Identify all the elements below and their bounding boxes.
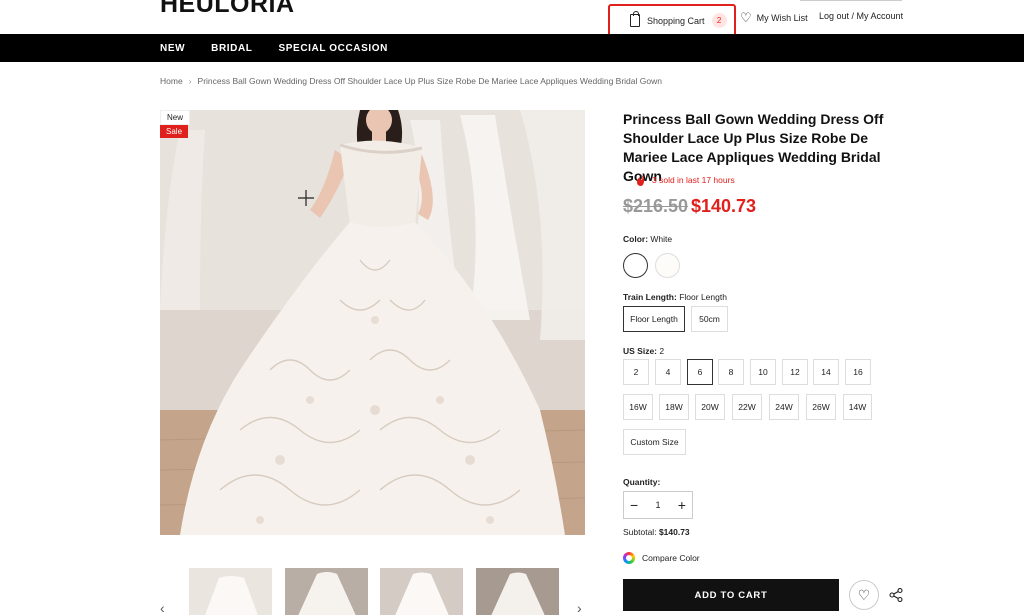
cart-label: Shopping Cart xyxy=(647,15,705,26)
site-logo[interactable]: HEULORIA xyxy=(160,0,295,19)
us-size-value: 2 xyxy=(659,346,665,356)
minus-icon[interactable]: − xyxy=(630,498,638,512)
logout-link[interactable]: Log out xyxy=(819,11,849,21)
sale-price: $140.73 xyxy=(691,196,757,216)
size-option[interactable]: 8 xyxy=(718,359,744,385)
wishlist-label: My Wish List xyxy=(756,13,808,23)
size-option[interactable]: 24W xyxy=(769,394,799,420)
size-option[interactable]: 16W xyxy=(623,394,653,420)
add-to-wishlist-button[interactable]: ♡ xyxy=(849,580,879,610)
size-option[interactable]: 14 xyxy=(813,359,839,385)
train-length-label: Train Length: xyxy=(623,292,677,302)
size-option[interactable]: 4 xyxy=(655,359,681,385)
nav-item-new[interactable]: NEW xyxy=(160,43,185,54)
nav-item-special-occasion[interactable]: SPECIAL OCCASION xyxy=(279,43,388,54)
shopping-bag-icon xyxy=(630,11,640,27)
product-thumbnail[interactable] xyxy=(380,568,463,615)
train-option-floor-length[interactable]: Floor Length xyxy=(623,306,685,332)
color-value: White xyxy=(650,234,673,244)
breadcrumb: Home › Princess Ball Gown Wedding Dress … xyxy=(160,76,662,86)
heart-icon: ♡ xyxy=(857,586,871,603)
main-navigation: NEW BRIDAL SPECIAL OCCASION xyxy=(0,34,1024,62)
size-option[interactable]: 22W xyxy=(732,394,762,420)
size-option[interactable]: 10 xyxy=(750,359,776,385)
quantity-label: Quantity: xyxy=(623,477,661,487)
add-to-cart-button[interactable]: ADD TO CART xyxy=(623,579,839,611)
sold-indicator: 3 sold in last 17 hours xyxy=(636,174,735,186)
original-price: $216.50 xyxy=(623,196,689,216)
sold-text: 3 sold in last 17 hours xyxy=(652,175,735,185)
size-option[interactable]: 26W xyxy=(806,394,836,420)
product-thumbnail[interactable] xyxy=(285,568,368,615)
us-size-label: US Size: xyxy=(623,346,658,356)
thumbnail-image xyxy=(476,568,559,615)
color-swatch-ivory[interactable] xyxy=(655,253,680,278)
train-option-50cm[interactable]: 50cm xyxy=(691,306,728,332)
subtotal-label: Subtotal: xyxy=(623,527,657,537)
new-badge: New xyxy=(160,110,191,125)
thumbnail-image xyxy=(285,568,368,615)
color-wheel-icon xyxy=(623,552,635,564)
breadcrumb-current: Princess Ball Gown Wedding Dress Off Sho… xyxy=(197,76,662,86)
product-thumbnail[interactable] xyxy=(189,568,272,615)
us-size-option-label: US Size: 2 xyxy=(623,346,664,356)
quantity-stepper: − 1 + xyxy=(623,491,693,519)
chevron-right-icon[interactable]: › xyxy=(577,600,582,615)
size-option[interactable]: 18W xyxy=(659,394,689,420)
color-option-label: Color: White xyxy=(623,234,672,244)
heart-icon: ♡ xyxy=(740,10,752,25)
size-option[interactable]: 6 xyxy=(687,359,713,385)
train-length-value: Floor Length xyxy=(679,292,727,302)
header-divider xyxy=(800,0,902,1)
size-option[interactable]: 2 xyxy=(623,359,649,385)
size-option[interactable]: 14W xyxy=(843,394,872,420)
plus-icon[interactable]: + xyxy=(678,498,686,512)
chevron-left-icon[interactable]: ‹ xyxy=(160,600,165,615)
account-links: Log out / My Account xyxy=(819,11,903,21)
wedding-dress-illustration xyxy=(160,110,585,535)
thumbnail-image xyxy=(189,568,272,615)
product-thumbnail[interactable] xyxy=(476,568,559,615)
wishlist-link[interactable]: ♡ My Wish List xyxy=(740,10,808,26)
train-length-option-label: Train Length: Floor Length xyxy=(623,292,727,302)
my-account-link[interactable]: My Account xyxy=(857,11,904,21)
flame-icon xyxy=(637,174,645,186)
share-icon[interactable] xyxy=(889,588,903,602)
product-main-image[interactable] xyxy=(160,110,585,535)
nav-item-bridal[interactable]: BRIDAL xyxy=(211,43,252,54)
size-option[interactable]: 20W xyxy=(695,394,725,420)
thumbnail-image xyxy=(380,568,463,615)
breadcrumb-home[interactable]: Home xyxy=(160,76,183,86)
size-option[interactable]: 16 xyxy=(845,359,871,385)
account-separator: / xyxy=(849,11,857,21)
size-option-custom[interactable]: Custom Size xyxy=(623,429,686,455)
compare-color-link[interactable]: Compare Color xyxy=(623,552,700,564)
compare-color-label: Compare Color xyxy=(642,553,700,563)
color-swatch-white[interactable] xyxy=(623,253,648,278)
sale-badge: Sale xyxy=(160,125,189,138)
color-label: Color: xyxy=(623,234,649,244)
size-option[interactable]: 12 xyxy=(782,359,808,385)
shopping-cart-link[interactable]: Shopping Cart 2 xyxy=(608,4,736,37)
quantity-input[interactable]: 1 xyxy=(655,500,660,510)
chevron-right-icon: › xyxy=(188,76,192,86)
cart-count-badge: 2 xyxy=(711,13,727,28)
subtotal: Subtotal: $140.73 xyxy=(623,527,690,537)
subtotal-value: $140.73 xyxy=(658,527,690,537)
